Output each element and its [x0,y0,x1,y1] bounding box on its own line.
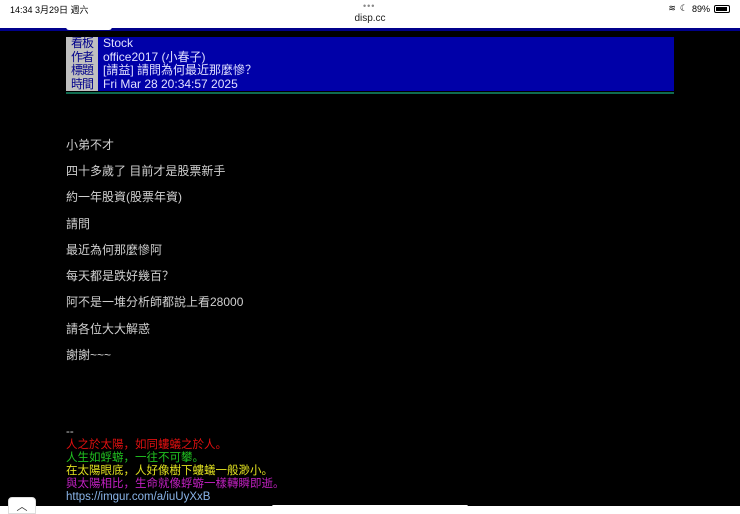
scroll-up-button[interactable]: ︿ [8,497,36,514]
battery-icon [714,4,730,13]
battery-percent: 89% [691,3,710,14]
home-indicator[interactable] [272,505,468,508]
body-line: 謝謝~~~ [66,348,112,362]
board-value[interactable]: Stock [98,36,674,51]
header-label: 標題 [66,63,98,78]
body-line: 小弟不才 [66,138,115,152]
signature-line: 與太陽相比，生命就像蜉蝣一樣轉瞬即逝。 [66,478,285,490]
body-line: 四十多歲了 目前才是股票新手 [66,164,226,178]
header-row-title: 標題 [請益] 請問為何最近那麼慘？ [66,63,674,78]
address-bar[interactable]: disp.cc [0,13,740,24]
header-label: 看板 [66,36,98,51]
title-value: [請益] 請問為何最近那麼慘？ [98,63,674,78]
header-row-board: 看板 Stock [66,36,674,51]
body-line: 請問 [66,217,91,231]
article-header: 看板 Stock 作者 office2017 (小春子) 標題 [請益] 請問為何最近… [66,36,674,94]
system-icons: ≋ ☾ 89% [668,3,730,14]
header-row-author: 作者 office2017 (小春子) [66,50,674,64]
header-divider [66,92,674,94]
body-line: 阿不是一堆分析師都說上看28000 [66,295,244,309]
signature-line: 在太陽眼底，人好像樹下螻蟻一般渺小。 [66,465,273,477]
author-value[interactable]: office2017 (小春子) [98,50,674,64]
status-bar: 14:34 3月29日 週六 ••• disp.cc ≋ ☾ 89% [0,0,740,28]
moon-icon: ☾ [679,3,688,13]
signature-line: 人生如蜉蝣，一往不可攀。 [66,452,204,464]
body-line: 請各位大大解惑 [66,322,151,336]
more-dots-icon[interactable]: ••• [363,1,375,11]
header-label: 作者 [66,50,98,64]
body-line: 最近為何那麼慘阿 [66,243,163,257]
wifi-icon: ≋ [668,3,676,13]
signature-separator: -- [66,426,74,438]
body-line: 每天都是跌好幾百？ [66,269,175,283]
body-line: 約一年股資(股票年資) [66,190,182,204]
header-label: 時間 [66,77,98,91]
tab-stub[interactable] [66,26,112,30]
time-value: Fri Mar 28 20:34:57 2025 [98,77,674,91]
header-row-time: 時間 Fri Mar 28 20:34:57 2025 [66,77,674,91]
signature-link[interactable]: https://imgur.com/a/iuUyXxB [66,491,210,504]
signature-line: 人之於太陽，如同螻蟻之於人。 [66,439,227,451]
